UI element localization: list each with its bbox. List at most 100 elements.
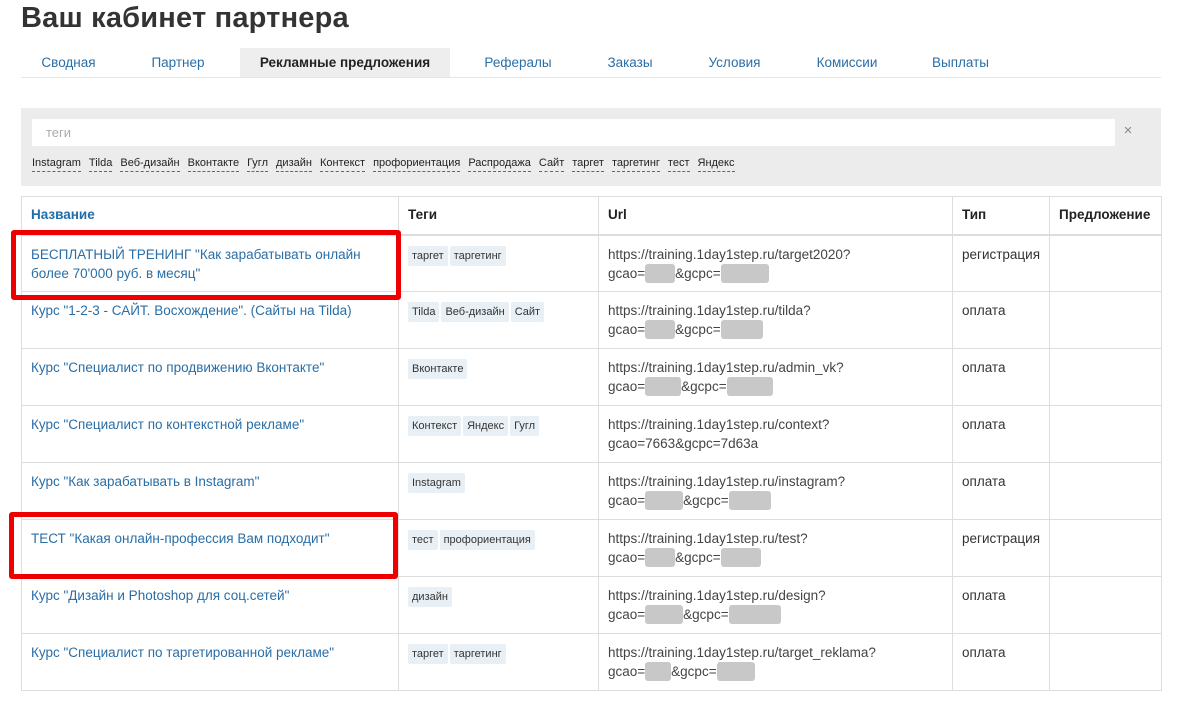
tab-terms[interactable]: Условия [674,48,795,77]
table-row: Курс "Специалист по контекстной рекламе"… [21,405,1162,463]
tag-filter-panel: × Instagram Tilda Веб-дизайн Вконтакте Г… [21,108,1161,186]
offer-url-text: https://training.1day1step.ru/test? [608,531,808,546]
tag-filter-item[interactable]: Instagram [32,156,81,172]
redacted-value [645,662,672,681]
table-row: Курс "Как зарабатывать в Instagram" Insta… [21,462,1162,520]
offer-name-link[interactable]: ТЕСТ "Какая онлайн-профессия Вам подходи… [31,531,330,546]
table-row: Курс "Специалист по продвижению Вконтакт… [21,348,1162,406]
tag-chip[interactable]: таргетинг [449,245,506,266]
column-header-name[interactable]: Название [21,196,399,236]
offer-name-cell: Курс "Специалист по продвижению Вконтакт… [21,348,399,406]
offer-url-text: https://training.1day1step.ru/target_rek… [608,645,876,660]
tab-partner[interactable]: Партнер [116,48,240,77]
tag-chip[interactable]: Вконтакте [408,359,468,379]
offer-name-link[interactable]: Курс "1-2-3 - САЙТ. Восхождение". (Сайты… [31,303,352,318]
offer-url-text: https://training.1day1step.ru/tilda? [608,303,811,318]
table-row: ТЕСТ "Какая онлайн-профессия Вам подходи… [21,519,1162,577]
offer-name-cell: Курс "1-2-3 - САЙТ. Восхождение". (Сайты… [21,291,399,349]
column-header-offer: Предложение [1049,196,1162,236]
offer-url-params: gcao= &gcpc= [608,548,943,567]
tab-payouts[interactable]: Выплаты [899,48,1022,77]
tag-filter-item[interactable]: Веб-дизайн [120,156,180,172]
tag-filter-item[interactable]: Контекст [319,156,366,172]
tag-chip[interactable]: Веб-дизайн [441,302,509,322]
tag-filter-item[interactable]: таргет [572,156,604,172]
tag-filter-item[interactable]: тест [667,156,690,172]
tag-chip[interactable]: Сайт [510,302,545,322]
url-param-text: &gcpc= [683,607,729,622]
offer-tags-cell: Контекст Яндекс Гугл [398,405,599,463]
offer-url-params: gcao= &gcpc= [608,263,943,283]
redacted-value [720,320,763,339]
tab-commissions[interactable]: Комиссии [795,48,899,77]
tab-summary[interactable]: Сводная [21,48,116,77]
offer-url-text: https://training.1day1step.ru/design? [608,588,826,603]
offer-url-params: gcao= &gcpc= [608,605,943,624]
url-param-text: &gcpc= [681,379,727,394]
redacted-value [726,377,773,396]
offer-url-cell: https://training.1day1step.ru/test? gcao=… [598,519,953,577]
offer-tags-cell: таргет таргетинг [398,633,599,691]
redacted-value [645,320,676,339]
offer-proposal-cell [1049,291,1162,349]
offer-name-link[interactable]: Курс "Как зарабатывать в Instagram" [31,474,259,489]
offer-name-link[interactable]: Курс "Специалист по контекстной рекламе" [31,417,304,432]
tab-orders[interactable]: Заказы [586,48,674,77]
offer-name-link[interactable]: Курс "Специалист по продвижению Вконтакт… [31,360,324,375]
offer-type-cell: оплата [952,405,1050,463]
tag-chip[interactable]: таргетинг [449,644,506,664]
tag-chip[interactable]: Гугл [510,416,540,436]
url-param-text: gcao= [608,265,646,281]
tag-filter-item[interactable]: дизайн [276,156,312,172]
tag-filter-item[interactable]: Tilda [88,156,113,172]
offer-name-link[interactable]: Курс "Специалист по таргетированной рекл… [31,645,334,660]
tag-filter-item[interactable]: Сайт [538,156,565,172]
tag-chip[interactable]: профориентация [439,530,535,550]
tag-filter-item[interactable]: таргетинг [611,156,660,172]
tab-ad-offers[interactable]: Рекламные предложения [240,48,450,77]
page-title: Ваш кабинет партнера [21,2,349,34]
tag-chip[interactable]: тест [408,530,438,550]
offer-name-link[interactable]: Курс "Дизайн и Photoshop для соц.сетей" [31,588,289,603]
tag-chip[interactable]: Яндекс [463,416,509,436]
offer-proposal-cell [1049,405,1162,463]
offer-tags-cell: Tilda Веб-дизайн Сайт [398,291,599,349]
redacted-value [645,263,676,283]
offer-tags-cell: Вконтакте [398,348,599,406]
tag-chip[interactable]: таргет [408,245,448,266]
tag-chip[interactable]: дизайн [408,587,452,607]
tag-filter-list: Instagram Tilda Веб-дизайн Вконтакте Гуг… [32,156,743,172]
offer-tags-cell: дизайн [398,576,599,634]
tag-filter-item[interactable]: Вконтакте [187,156,240,172]
url-param-text: gcao= [608,550,646,565]
tag-filter-item[interactable]: Яндекс [697,156,735,172]
tag-filter-item[interactable]: профориентация [373,156,461,172]
table-row: БЕСПЛАТНЫЙ ТРЕНИНГ "Как зарабатывать онл… [21,234,1162,292]
tag-filter-item[interactable]: Распродажа [468,156,531,172]
offer-url-params: gcao= &gcpc= [608,662,943,681]
offer-url-params: gcao=7663&gcpc=7d63a [608,436,759,451]
tags-search-input[interactable] [32,119,1115,146]
offer-type-cell: оплата [952,576,1050,634]
url-param-text: gcao= [608,322,646,337]
close-icon[interactable]: × [1120,121,1136,141]
column-header-type: Тип [952,196,1050,236]
offer-url-cell: https://training.1day1step.ru/target2020… [598,234,953,292]
tag-chip[interactable]: таргет [408,644,448,664]
tag-chip[interactable]: Контекст [408,416,462,436]
column-header-tags: Теги [398,196,599,236]
url-param-text: gcao= [608,379,646,394]
tag-chip[interactable]: Instagram [408,473,465,493]
tag-chip[interactable]: Tilda [408,302,440,322]
offer-name-link[interactable]: БЕСПЛАТНЫЙ ТРЕНИНГ "Как зарабатывать онл… [31,247,361,281]
offer-url-text: https://training.1day1step.ru/context? [608,417,830,432]
tab-referrals[interactable]: Рефералы [450,48,586,77]
redacted-value [720,548,761,567]
offer-name-cell: БЕСПЛАТНЫЙ ТРЕНИНГ "Как зарабатывать онл… [21,234,399,292]
redacted-value [645,548,676,567]
offer-url-text: https://training.1day1step.ru/instagram? [608,474,846,489]
offer-tags-cell: тест профориентация [398,519,599,577]
tag-filter-item[interactable]: Гугл [247,156,268,172]
offer-url-cell: https://training.1day1step.ru/design? gca… [598,576,953,634]
tab-bar: Сводная Партнер Рекламные предложения Ре… [21,48,1161,78]
